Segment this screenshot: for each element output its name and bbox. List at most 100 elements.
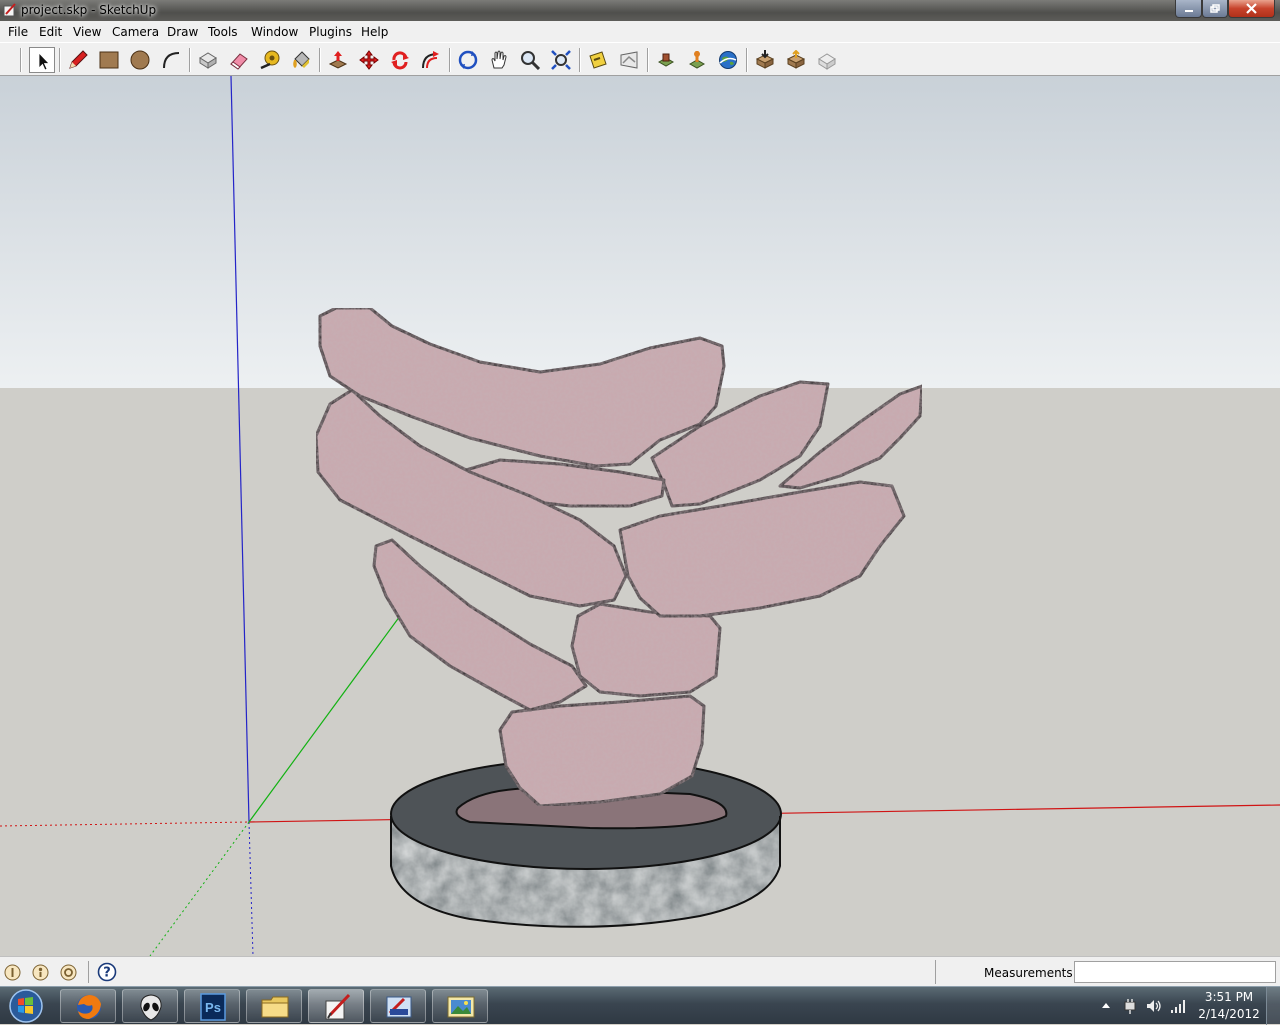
menu-window[interactable]: Window <box>251 25 298 39</box>
arc-icon <box>163 52 180 69</box>
windows-start-button[interactable] <box>2 987 46 1025</box>
section-plane-icon <box>589 51 607 69</box>
preview-button[interactable] <box>814 47 840 73</box>
firefox-icon <box>77 995 101 1019</box>
measurements-input[interactable] <box>1074 961 1276 983</box>
sign-in-icon[interactable] <box>60 964 77 981</box>
section-plane-tool-button[interactable] <box>585 47 611 73</box>
scene-canvas[interactable] <box>0 76 1280 956</box>
zoom-tool-button[interactable] <box>517 47 543 73</box>
google-earth-toggle-button[interactable] <box>715 47 741 73</box>
orbit-icon <box>458 50 478 70</box>
svg-text:?: ? <box>103 966 111 981</box>
line-tool-button[interactable] <box>65 47 91 73</box>
menu-plugins[interactable]: Plugins <box>309 25 352 39</box>
move-icon <box>359 50 379 70</box>
select-icon <box>38 52 50 71</box>
show-desktop-button[interactable] <box>1266 987 1280 1025</box>
offset-tool-button[interactable] <box>418 47 444 73</box>
minimize-button[interactable] <box>1175 0 1202 18</box>
menu-edit[interactable]: Edit <box>39 25 62 39</box>
rotate-tool-button[interactable] <box>387 47 413 73</box>
close-icon <box>1246 3 1257 14</box>
clock-date[interactable]: 2/14/2012 <box>1196 1007 1262 1021</box>
eraser-icon <box>230 53 248 70</box>
status-bar: ? Measurements <box>0 956 1280 986</box>
menu-draw[interactable]: Draw <box>167 25 198 39</box>
restore-icon <box>1210 4 1220 13</box>
circle-icon <box>130 50 150 70</box>
google-earth-toggle-icon <box>719 51 737 69</box>
clock-time[interactable]: 3:51 PM <box>1200 990 1258 1004</box>
menu-file[interactable]: File <box>8 25 28 39</box>
close-button[interactable] <box>1228 0 1275 18</box>
tape-measure-icon <box>260 50 280 70</box>
place-model-button[interactable] <box>684 47 710 73</box>
select-tool-button[interactable] <box>29 47 55 73</box>
get-models-icon <box>620 51 638 69</box>
volume-icon[interactable] <box>1146 998 1162 1014</box>
menu-help[interactable]: Help <box>361 25 388 39</box>
zoom-icon <box>521 51 540 70</box>
toolbar-grip[interactable] <box>20 48 22 72</box>
taskbar-alien-app[interactable] <box>122 989 178 1023</box>
toolbar-separator <box>449 48 451 72</box>
zoom-extents-tool-button[interactable] <box>548 47 574 73</box>
offset-icon <box>422 51 439 69</box>
share-component-button[interactable] <box>783 47 809 73</box>
share-model-icon <box>657 53 675 67</box>
share-model-button[interactable] <box>653 47 679 73</box>
stone-slab-middle-small[interactable] <box>570 602 722 698</box>
rectangle-tool-button[interactable] <box>96 47 122 73</box>
menu-camera[interactable]: Camera <box>112 25 159 39</box>
push-pull-tool-button[interactable] <box>325 47 351 73</box>
rectangle-icon <box>99 51 119 69</box>
taskbar-firefox[interactable] <box>60 989 116 1023</box>
pencil-icon <box>69 50 88 69</box>
photoshop-icon: Ps <box>200 993 226 1021</box>
menu-tools[interactable]: Tools <box>208 25 238 39</box>
orbit-tool-button[interactable] <box>455 47 481 73</box>
eraser-tool-button[interactable] <box>226 47 252 73</box>
geo-location-icon[interactable] <box>4 964 21 981</box>
window-title: project.skp - SketchUp <box>21 3 157 17</box>
sketchup-app-icon <box>3 3 16 17</box>
toolbar-separator <box>59 48 61 72</box>
instructor-help-icon[interactable]: ? <box>97 962 117 982</box>
menu-view[interactable]: View <box>73 25 101 39</box>
push-pull-icon <box>328 51 348 69</box>
arc-tool-button[interactable] <box>158 47 184 73</box>
tape-measure-tool-button[interactable] <box>257 47 283 73</box>
windows-taskbar: Ps 3:51 PM 2/14/2012 <box>0 986 1280 1025</box>
get-components-icon <box>755 50 775 69</box>
drawing-app-icon <box>386 996 412 1018</box>
get-models-button[interactable] <box>616 47 642 73</box>
paint-bucket-tool-button[interactable] <box>288 47 314 73</box>
model-viewport[interactable] <box>0 76 1280 956</box>
taskbar-drawing-app[interactable] <box>370 989 426 1023</box>
toolbar-separator <box>579 48 581 72</box>
toolbar-separator <box>647 48 649 72</box>
taskbar-image-viewer[interactable] <box>432 989 488 1023</box>
show-hidden-icons-button[interactable] <box>1101 1001 1111 1009</box>
toolbar-separator <box>746 48 748 72</box>
restore-button[interactable] <box>1202 0 1228 18</box>
circle-tool-button[interactable] <box>127 47 153 73</box>
place-model-icon <box>688 51 706 69</box>
taskbar-explorer[interactable] <box>246 989 302 1023</box>
taskbar-photoshop[interactable]: Ps <box>184 989 240 1023</box>
make-component-icon <box>199 52 217 69</box>
share-component-icon <box>786 50 806 69</box>
make-component-button[interactable] <box>195 47 221 73</box>
pan-tool-button[interactable] <box>486 47 512 73</box>
move-tool-button[interactable] <box>356 47 382 73</box>
get-components-button[interactable] <box>752 47 778 73</box>
network-signal-icon[interactable] <box>1170 998 1186 1014</box>
status-divider <box>935 960 936 984</box>
taskbar-sketchup[interactable] <box>308 989 364 1023</box>
preview-icon <box>818 53 836 70</box>
credits-icon[interactable] <box>32 964 49 981</box>
power-plug-icon[interactable] <box>1122 998 1138 1014</box>
zoom-extents-icon <box>551 50 571 70</box>
rotate-icon <box>391 51 409 70</box>
